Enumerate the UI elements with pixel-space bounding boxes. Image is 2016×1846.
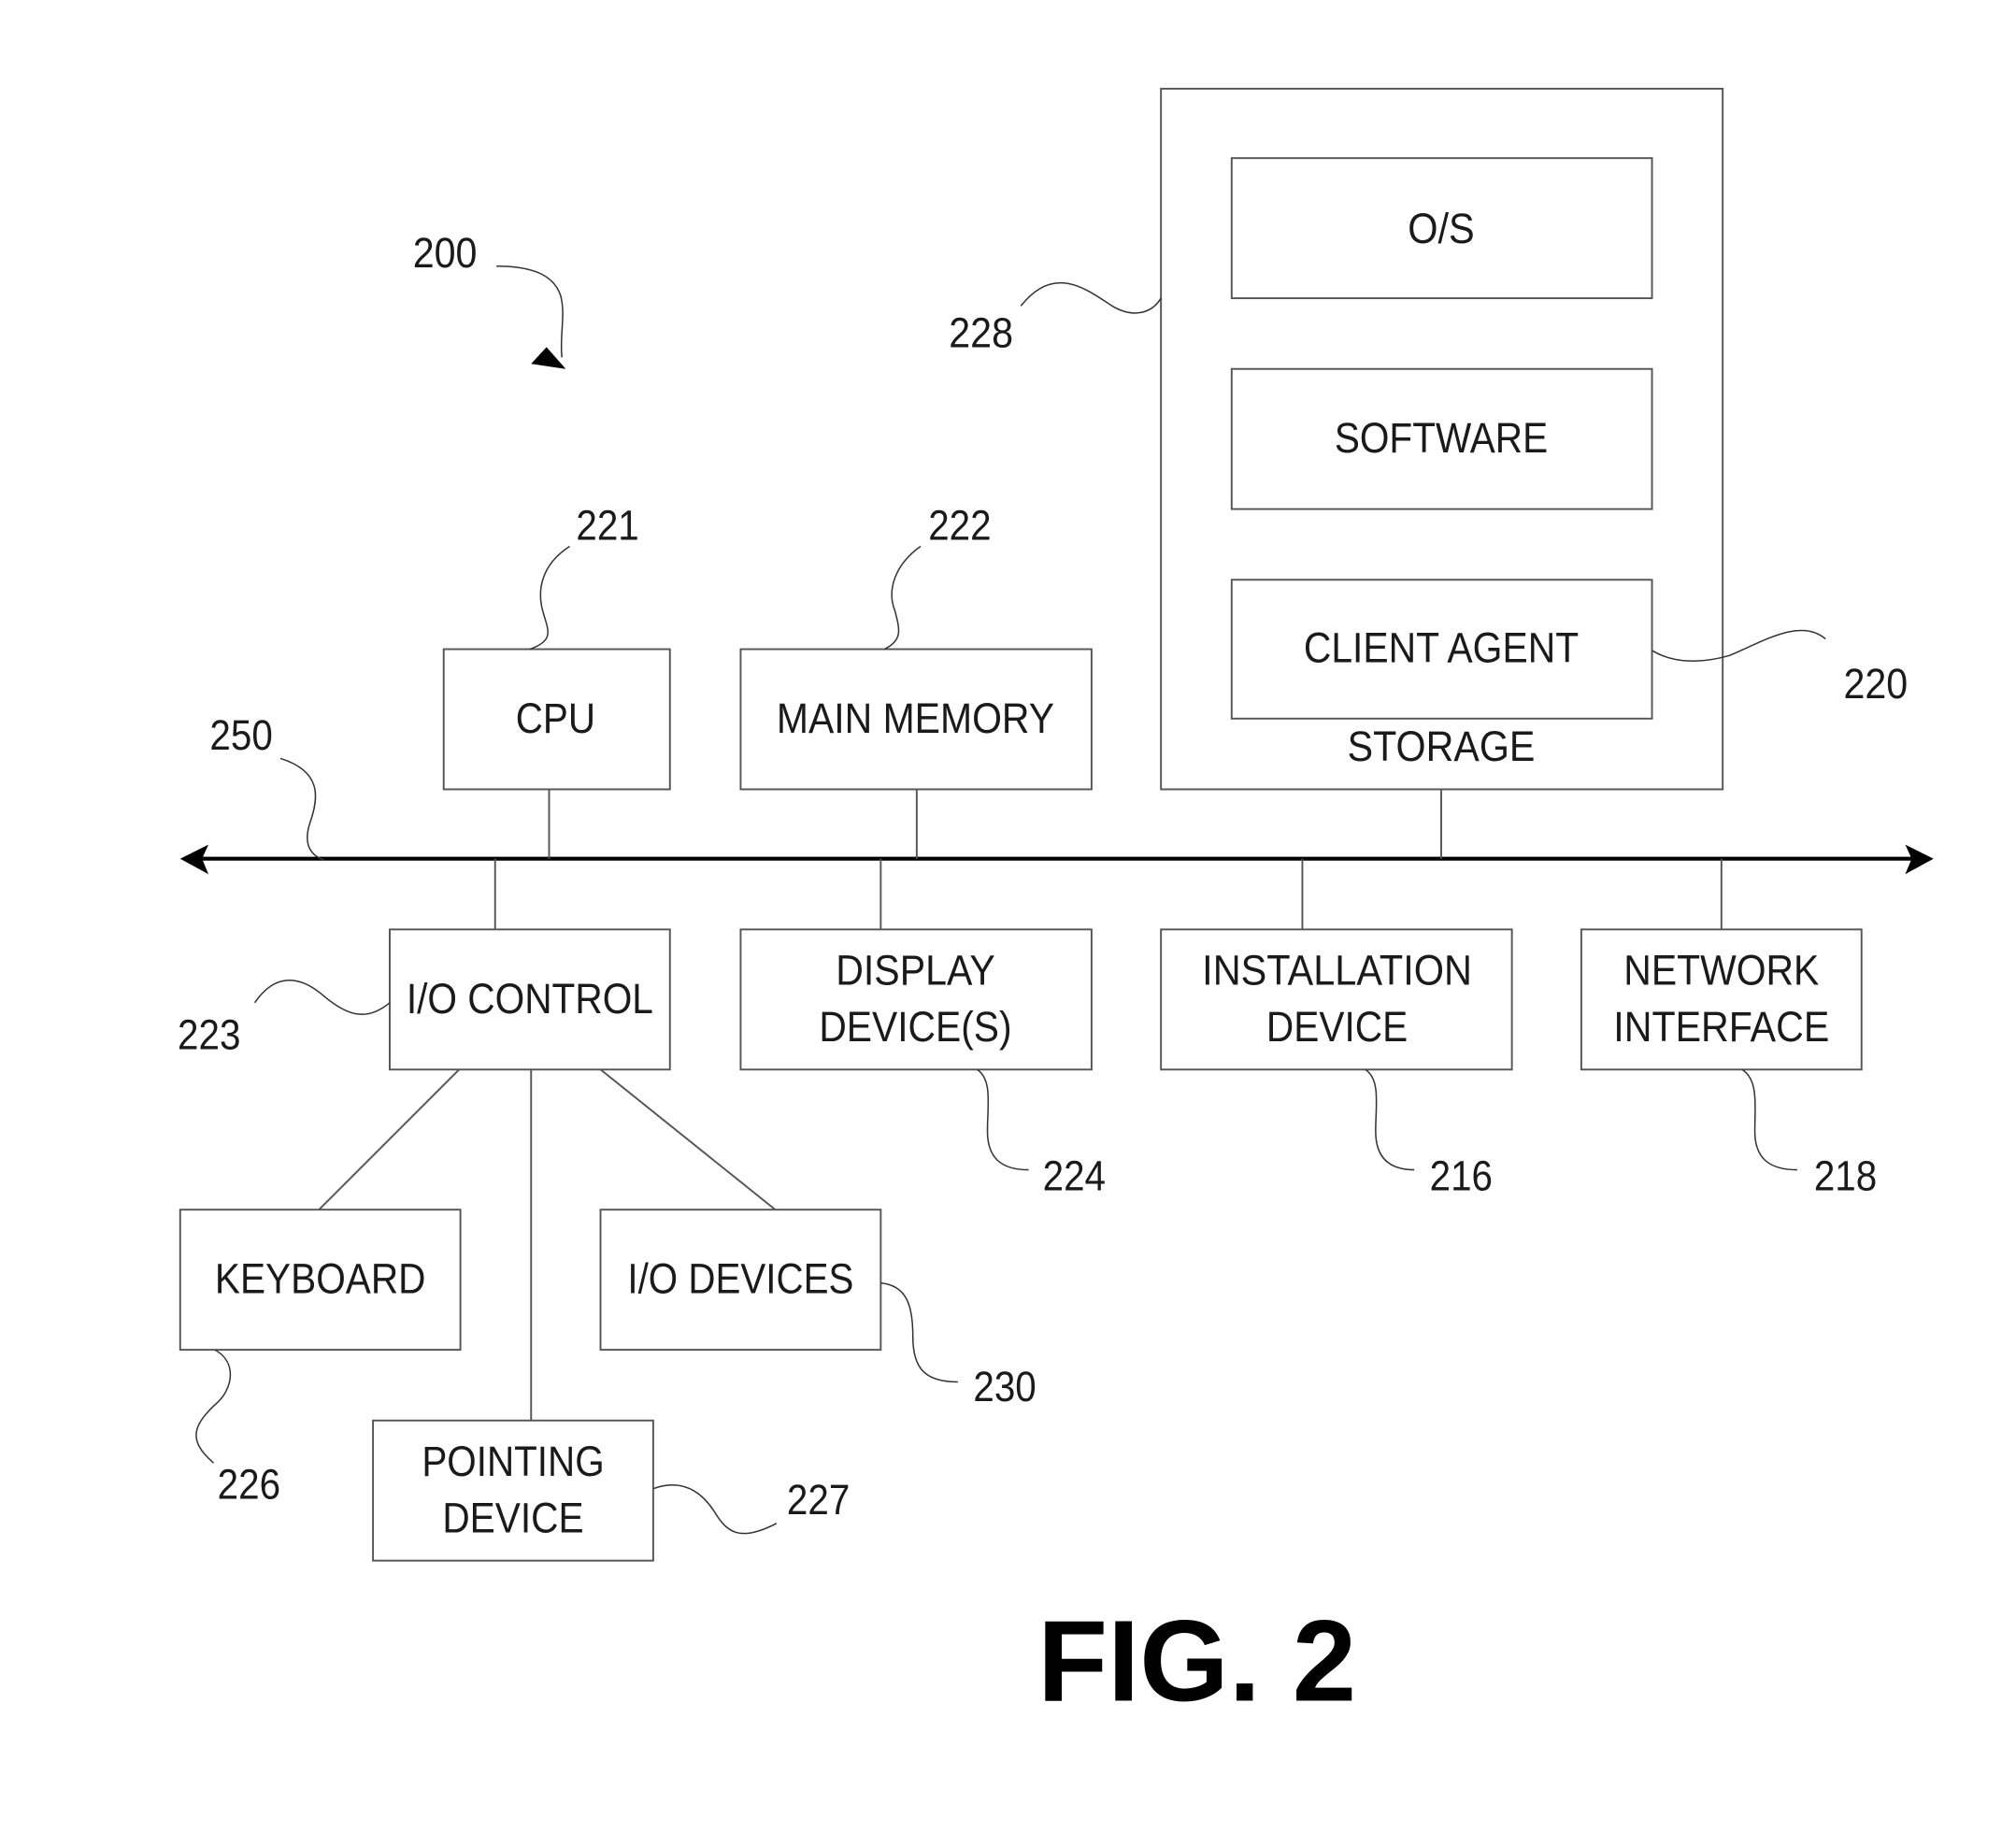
io-control-keyboard-connector [318,1068,460,1210]
block-diagram: 200 228 O/S SOFTWARE CLIENT AGENT 220 ST… [178,87,1934,1726]
io-control-io-devices-connector [599,1068,777,1210]
display-devices-line1: DISPLAY [836,947,995,995]
installation-device-line2: DEVICE [1266,1003,1408,1051]
network-ref-label: 218 [1814,1152,1877,1200]
io-control-ref-label: 223 [178,1010,240,1058]
installation-device-line1: INSTALLATION [1202,947,1472,995]
io-devices-label: I/O DEVICES [627,1255,853,1303]
io-devices-ref-leader [880,1281,958,1383]
pointing-device-line2: DEVICE [442,1494,583,1541]
io-devices-ref-label: 230 [973,1363,1036,1410]
keyboard-label: KEYBOARD [215,1255,426,1303]
bus-ref-leader [279,757,325,861]
installation-ref-leader [1365,1068,1415,1171]
main-memory-label: MAIN MEMORY [777,694,1054,742]
software-label: SOFTWARE [1335,414,1548,462]
storage-label: STORAGE [1348,723,1536,770]
os-label: O/S [1408,205,1475,252]
main-memory-ref-label: 222 [928,502,991,550]
display-devices-line2: DEVICE(S) [819,1003,1011,1051]
storage-ref-label: 228 [949,308,1013,356]
cpu-ref-label: 221 [576,502,638,550]
installation-ref-label: 216 [1430,1152,1493,1200]
display-ref-leader [977,1068,1029,1171]
system-ref-label: 200 [413,229,478,277]
main-memory-ref-leader [884,545,922,651]
pointing-ref-label: 227 [787,1476,850,1524]
cpu-ref-leader [529,545,570,651]
client-agent-ref-label: 220 [1843,660,1908,708]
figure-title: FIG. 2 [1037,1597,1356,1726]
keyboard-ref-leader [195,1349,232,1464]
system-ref-leader [496,265,564,358]
pointing-device-line1: POINTING [422,1438,604,1485]
pointing-ref-leader [652,1484,778,1535]
client-agent-label: CLIENT AGENT [1304,623,1579,671]
network-interface-line2: INTERFACE [1613,1003,1829,1051]
network-ref-leader [1741,1068,1797,1171]
system-ref-arrowhead [531,347,566,369]
display-ref-label: 224 [1043,1152,1106,1200]
storage-ref-leader [1020,281,1162,314]
keyboard-ref-label: 226 [218,1461,280,1509]
io-control-label: I/O CONTROL [407,975,653,1023]
cpu-label: CPU [516,694,595,742]
io-control-ref-leader [253,980,391,1015]
bus-ref-label: 250 [209,711,272,759]
network-interface-line1: NETWORK [1623,947,1819,995]
